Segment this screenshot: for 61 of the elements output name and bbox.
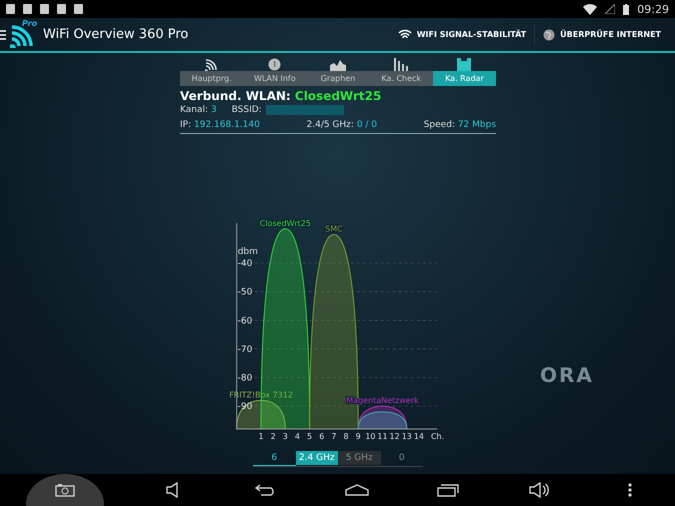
cell-signal-icon bbox=[605, 4, 616, 14]
ssid-value: ClosedWrt25 bbox=[294, 89, 382, 103]
band-tab[interactable]: 2.4 GHz bbox=[296, 451, 338, 465]
network-count: 0 bbox=[398, 452, 406, 465]
globe-icon bbox=[543, 28, 556, 40]
x-tick-label: 13 bbox=[402, 432, 412, 441]
bands-value: 0 / 0 bbox=[356, 120, 378, 130]
logo-text: Pro bbox=[22, 18, 38, 28]
ip-label: IP: bbox=[180, 120, 192, 130]
wifi-icon bbox=[204, 59, 219, 71]
bands-label: 2.4/5 GHz: bbox=[306, 120, 354, 130]
x-tick-label: 7 bbox=[331, 432, 336, 441]
speed-label: Speed: bbox=[424, 120, 455, 130]
recents-icon bbox=[436, 483, 458, 497]
network-label: ClosedWrt25 bbox=[260, 218, 311, 228]
back-arrow-icon bbox=[254, 484, 276, 496]
home-icon bbox=[344, 484, 368, 496]
bar-chart-icon bbox=[394, 58, 408, 71]
action-button[interactable]: WIFI SIGNAL-STABILITÄT bbox=[390, 29, 534, 40]
y-tick-label: -60 bbox=[238, 316, 252, 326]
speed-value: 72 Mbps bbox=[458, 120, 496, 130]
x-tick-label: 14 bbox=[414, 432, 424, 441]
x-tick-label: 11 bbox=[377, 432, 388, 441]
y-tick-label: -40 bbox=[238, 259, 252, 270]
app-title: WiFi Overview 360 Pro bbox=[43, 27, 188, 42]
x-tick-label: 5 bbox=[307, 432, 312, 441]
channel-value: 3 bbox=[210, 105, 217, 115]
y-tick-label: -70 bbox=[238, 344, 252, 355]
x-tick-label: 1 bbox=[258, 432, 264, 441]
info-icon bbox=[268, 58, 282, 71]
y-tick-label: -80 bbox=[238, 374, 252, 384]
battery-icon bbox=[623, 4, 630, 14]
more-icon bbox=[628, 483, 632, 497]
graph-icon bbox=[330, 60, 346, 71]
band-tab[interactable]: 5 GHz bbox=[338, 451, 380, 465]
x-tick-label: 3 bbox=[282, 432, 288, 441]
action-button[interactable]: ÜBERPRÜFE INTERNET bbox=[535, 28, 669, 40]
menu-icon[interactable] bbox=[0, 30, 6, 40]
channel-label: Kanal: bbox=[180, 105, 208, 115]
x-tick-label: 4 bbox=[294, 432, 300, 441]
speaker-icon bbox=[528, 482, 548, 498]
connection-label: Verbund. WLAN: bbox=[180, 89, 291, 103]
bssid-label: BSSID: bbox=[232, 105, 262, 115]
y-tick-label: -90 bbox=[238, 402, 252, 412]
y-axis-label: dbm bbox=[238, 247, 258, 258]
wifi-signal-icon bbox=[583, 4, 598, 14]
network-label: SMC bbox=[325, 224, 343, 234]
x-tick-label: 12 bbox=[390, 432, 400, 441]
x-tick-label: 2 bbox=[270, 432, 276, 441]
ip-value: 192.168.1.140 bbox=[194, 120, 260, 130]
radar-icon bbox=[457, 58, 472, 71]
background-logo: ORA bbox=[540, 363, 594, 387]
y-tick-label: -50 bbox=[238, 288, 252, 298]
x-tick-label: 6 bbox=[319, 432, 324, 441]
x-tick-label: 10 bbox=[365, 432, 376, 441]
x-tick-label: 8 bbox=[344, 432, 349, 441]
wifi-icon bbox=[398, 29, 412, 40]
x-axis-label: Ch. bbox=[430, 432, 444, 441]
clock-time: 09:29 bbox=[637, 2, 669, 16]
camera-icon bbox=[54, 483, 74, 497]
x-tick-label: 9 bbox=[356, 432, 361, 441]
